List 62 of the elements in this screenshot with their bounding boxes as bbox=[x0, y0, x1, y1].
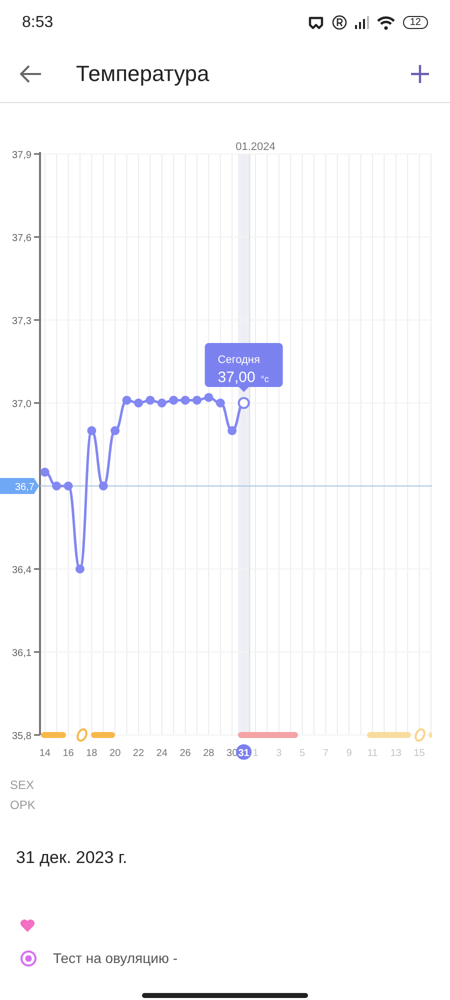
data-point bbox=[204, 392, 214, 402]
battery-indicator: 12 bbox=[402, 16, 428, 29]
axis-label: 7 bbox=[322, 748, 328, 759]
data-point bbox=[75, 564, 84, 574]
axis-label: 37,6 bbox=[12, 233, 32, 244]
axis-label: 1 bbox=[252, 748, 258, 759]
registered-icon bbox=[332, 15, 347, 30]
x-tick-label: 31 bbox=[238, 748, 250, 759]
ref-line-label: 36,7 bbox=[15, 482, 35, 493]
data-point bbox=[122, 396, 132, 405]
data-point bbox=[157, 398, 166, 408]
row-label: OPK bbox=[9, 797, 36, 814]
axis-label: 26 bbox=[180, 748, 191, 759]
app-icon bbox=[308, 16, 324, 30]
axis-label: 24 bbox=[156, 748, 168, 759]
axis-label: 15 bbox=[414, 748, 425, 759]
data-point bbox=[192, 396, 202, 405]
data-point bbox=[146, 396, 155, 405]
axis-label: 5 bbox=[300, 748, 306, 759]
add-icon[interactable] bbox=[410, 64, 430, 84]
data-point bbox=[64, 482, 73, 490]
axis-label: 28 bbox=[203, 748, 214, 759]
data-point bbox=[216, 398, 225, 408]
back-arrow-icon[interactable] bbox=[20, 64, 42, 82]
data-point bbox=[180, 396, 190, 405]
data-point bbox=[110, 426, 120, 436]
data-point bbox=[98, 482, 108, 490]
data-point bbox=[169, 396, 178, 405]
axis-label: 35,8 bbox=[12, 731, 32, 742]
axis-label: 3 bbox=[276, 748, 282, 759]
axis-label: 37,9 bbox=[12, 150, 32, 161]
tooltip-unit: °c bbox=[260, 374, 269, 384]
data-point bbox=[134, 398, 143, 408]
axis-label: 36,4 bbox=[12, 565, 32, 576]
tooltip-value: 37,00 bbox=[218, 369, 256, 386]
axis-label: 11 bbox=[367, 748, 378, 759]
baseline-tag: 36,7 bbox=[0, 478, 39, 494]
axis-label: 16 bbox=[62, 748, 74, 759]
signal-icon bbox=[354, 16, 369, 29]
axis-label: 9 bbox=[346, 748, 352, 759]
axis-label: 22 bbox=[132, 748, 144, 759]
entry-label: Тест на овуляцию - bbox=[53, 948, 178, 968]
month-label: 01.2024 bbox=[236, 141, 276, 153]
axis-label: 20 bbox=[110, 748, 121, 759]
axis-label: 14 bbox=[39, 748, 50, 759]
row-label: SEX bbox=[9, 777, 36, 794]
home-indicator[interactable] bbox=[142, 992, 308, 998]
data-point bbox=[52, 482, 62, 490]
wifi-icon bbox=[376, 16, 395, 30]
tooltip-title: Сегодня bbox=[218, 354, 260, 366]
axis-label: 37,0 bbox=[12, 399, 32, 410]
data-point bbox=[228, 426, 237, 436]
axis-label: 18 bbox=[86, 748, 98, 759]
data-point bbox=[87, 426, 96, 436]
selected-date: 31 дек. 2023 г. bbox=[15, 847, 128, 869]
axis-label: 13 bbox=[390, 748, 402, 759]
screen-title: Температура bbox=[76, 60, 210, 88]
selected-day-marker[interactable]: 31 bbox=[236, 744, 252, 760]
axis-label: 37,3 bbox=[12, 316, 32, 327]
axis-label: 36,1 bbox=[12, 648, 32, 659]
data-point bbox=[40, 468, 50, 477]
clock: 8:53 bbox=[22, 12, 54, 32]
